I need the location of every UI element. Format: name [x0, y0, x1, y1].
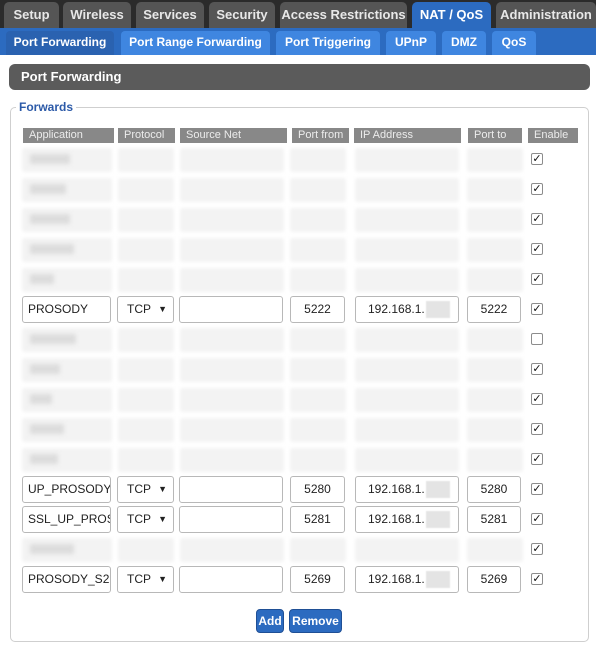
- enable-checkbox[interactable]: ✓: [531, 183, 543, 195]
- table-row: [0, 175, 596, 205]
- table-row: [0, 535, 596, 565]
- ip-address-input[interactable]: 192.168.1.: [355, 296, 459, 323]
- port-from-input[interactable]: 5280: [290, 476, 345, 503]
- application-input[interactable]: SSL_UP_PROSODY: [22, 506, 111, 533]
- subtab-upnp[interactable]: UPnP: [386, 31, 436, 55]
- application-input[interactable]: UP_PROSODY: [22, 476, 111, 503]
- col-enable: Enable: [528, 128, 578, 143]
- remove-button[interactable]: Remove: [289, 609, 342, 633]
- protocol-value: TCP: [127, 512, 151, 526]
- enable-checkbox[interactable]: ✓: [531, 303, 543, 315]
- enable-checkbox[interactable]: ✓: [531, 453, 543, 465]
- subtab-qos[interactable]: QoS: [492, 31, 536, 55]
- tab-administration[interactable]: Administration: [496, 2, 596, 28]
- tab-nat-qos[interactable]: NAT / QoS: [412, 2, 491, 28]
- table-row: [0, 415, 596, 445]
- enable-checkbox[interactable]: ✓: [531, 363, 543, 375]
- enable-checkbox[interactable]: ✓: [531, 393, 543, 405]
- redacted-mask: [425, 511, 450, 529]
- table-row: [0, 445, 596, 475]
- sub-nav: Port Forwarding Port Range Forwarding Po…: [0, 28, 596, 55]
- table-row: PROSODY TCP ▼ 5222 192.168.1. 5222: [0, 296, 596, 326]
- port-from-input[interactable]: 5269: [290, 566, 345, 593]
- enable-checkbox[interactable]: [531, 333, 543, 345]
- tab-wireless[interactable]: Wireless: [63, 2, 131, 28]
- enable-checkbox[interactable]: ✓: [531, 153, 543, 165]
- ip-address-value: 192.168.1.: [368, 572, 425, 586]
- table-row: UP_PROSODY TCP ▼ 5280 192.168.1. 5280: [0, 476, 596, 506]
- enable-checkbox[interactable]: ✓: [531, 543, 543, 555]
- ip-address-input[interactable]: 192.168.1.: [355, 476, 459, 503]
- source-net-input[interactable]: [179, 476, 283, 503]
- tab-security[interactable]: Security: [209, 2, 275, 28]
- table-row: [0, 325, 596, 355]
- redacted-mask: [425, 301, 450, 319]
- col-port-from: Port from: [292, 128, 349, 143]
- tab-access-restrictions[interactable]: Access Restrictions: [280, 2, 407, 28]
- add-button[interactable]: Add: [256, 609, 284, 633]
- col-application: Application: [23, 128, 114, 143]
- ip-address-value: 192.168.1.: [368, 302, 425, 316]
- application-input[interactable]: PROSODY_S2S: [22, 566, 111, 593]
- port-to-input[interactable]: 5280: [467, 476, 521, 503]
- application-input[interactable]: PROSODY: [22, 296, 111, 323]
- col-ip-address: IP Address: [354, 128, 461, 143]
- subtab-port-forwarding[interactable]: Port Forwarding: [6, 31, 114, 55]
- protocol-value: TCP: [127, 572, 151, 586]
- enable-checkbox[interactable]: ✓: [531, 273, 543, 285]
- ip-address-value: 192.168.1.: [368, 512, 425, 526]
- table-row: [0, 385, 596, 415]
- subtab-port-range-forwarding[interactable]: Port Range Forwarding: [121, 31, 270, 55]
- table-row: [0, 265, 596, 295]
- port-to-input[interactable]: 5281: [467, 506, 521, 533]
- enable-checkbox[interactable]: ✓: [531, 243, 543, 255]
- chevron-down-icon: ▼: [158, 574, 167, 584]
- protocol-select[interactable]: TCP ▼: [117, 296, 174, 323]
- redacted-mask: [425, 481, 450, 499]
- ip-address-value: 192.168.1.: [368, 482, 425, 496]
- protocol-select[interactable]: TCP ▼: [117, 506, 174, 533]
- enable-checkbox[interactable]: ✓: [531, 423, 543, 435]
- table-row: [0, 355, 596, 385]
- table-row: [0, 235, 596, 265]
- top-nav: Setup Wireless Services Security Access …: [0, 0, 596, 28]
- port-to-input[interactable]: 5222: [467, 296, 521, 323]
- subtab-port-triggering[interactable]: Port Triggering: [276, 31, 380, 55]
- port-to-input[interactable]: 5269: [467, 566, 521, 593]
- table-row: [0, 145, 596, 175]
- chevron-down-icon: ▼: [158, 514, 167, 524]
- source-net-input[interactable]: [179, 296, 283, 323]
- col-protocol: Protocol: [118, 128, 175, 143]
- enable-checkbox[interactable]: ✓: [531, 483, 543, 495]
- source-net-input[interactable]: [179, 566, 283, 593]
- tab-services[interactable]: Services: [136, 2, 204, 28]
- port-from-input[interactable]: 5281: [290, 506, 345, 533]
- tab-setup[interactable]: Setup: [4, 2, 59, 28]
- protocol-select[interactable]: TCP ▼: [117, 476, 174, 503]
- forwards-legend: Forwards: [19, 100, 74, 114]
- ip-address-input[interactable]: 192.168.1.: [355, 506, 459, 533]
- chevron-down-icon: ▼: [158, 304, 167, 314]
- enable-checkbox[interactable]: ✓: [531, 513, 543, 525]
- table-row: PROSODY_S2S TCP ▼ 5269 192.168.1. 5269: [0, 566, 596, 596]
- redacted-mask: [425, 571, 450, 589]
- protocol-value: TCP: [127, 302, 151, 316]
- enable-checkbox[interactable]: ✓: [531, 573, 543, 585]
- chevron-down-icon: ▼: [158, 484, 167, 494]
- table-row: [0, 205, 596, 235]
- port-from-input[interactable]: 5222: [290, 296, 345, 323]
- col-source-net: Source Net: [180, 128, 287, 143]
- subtab-dmz[interactable]: DMZ: [442, 31, 486, 55]
- ip-address-input[interactable]: 192.168.1.: [355, 566, 459, 593]
- col-port-to: Port to: [468, 128, 522, 143]
- enable-checkbox[interactable]: ✓: [531, 213, 543, 225]
- table-row: SSL_UP_PROSODY TCP ▼ 5281 192.168.1. 528…: [0, 506, 596, 536]
- source-net-input[interactable]: [179, 506, 283, 533]
- section-title: Port Forwarding: [9, 64, 590, 90]
- protocol-select[interactable]: TCP ▼: [117, 566, 174, 593]
- protocol-value: TCP: [127, 482, 151, 496]
